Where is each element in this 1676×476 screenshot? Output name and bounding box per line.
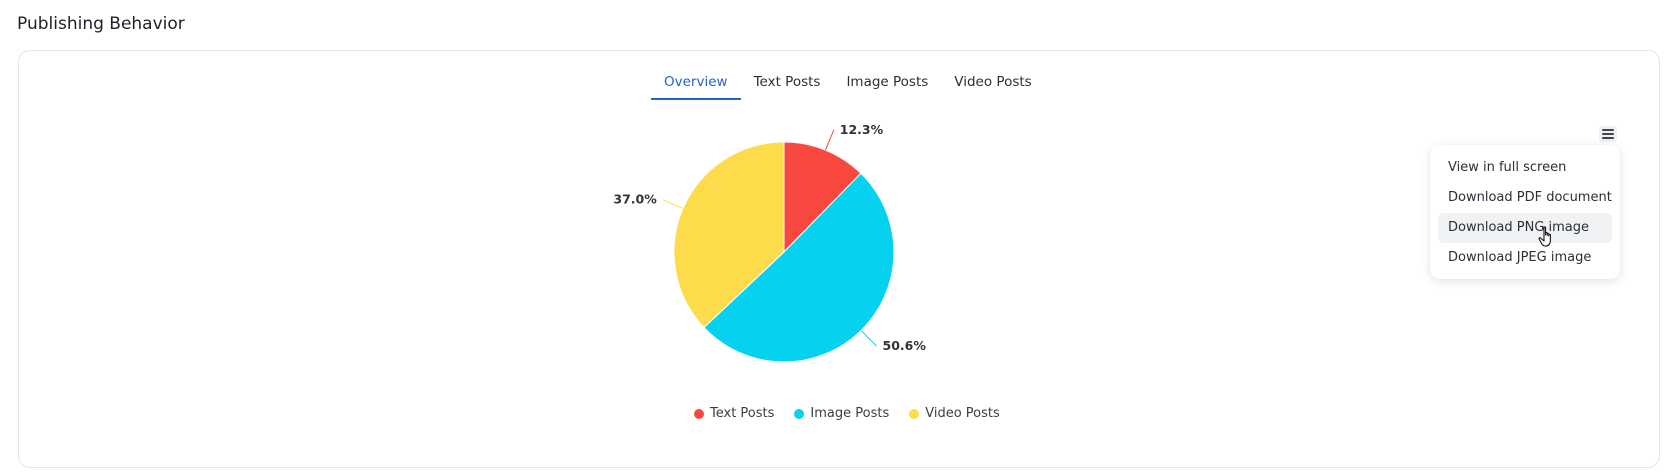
- legend-dot-image-posts: [794, 408, 805, 419]
- menu-item-view-full-screen[interactable]: View in full screen: [1438, 153, 1612, 183]
- chart-menu-button[interactable]: [1599, 126, 1617, 142]
- menu-item-download-jpeg[interactable]: Download JPEG image: [1438, 243, 1612, 273]
- data-label-connector: [860, 330, 877, 347]
- chart-export-menu: View in full screen Download PDF documen…: [1430, 145, 1620, 279]
- legend-item-image-posts[interactable]: Image Posts: [794, 406, 889, 421]
- hamburger-icon-bar: [1602, 133, 1614, 135]
- legend-item-video-posts[interactable]: Video Posts: [909, 406, 1000, 421]
- data-label-connector: [825, 129, 835, 151]
- legend-label-text-posts: Text Posts: [710, 406, 775, 421]
- chart-legend: Text Posts Image Posts Video Posts: [694, 406, 1000, 421]
- legend-label-image-posts: Image Posts: [810, 406, 890, 421]
- legend-dot-text-posts: [694, 408, 704, 419]
- pie-chart: 12.3% 50.6% 37.0%: [613, 122, 927, 363]
- data-label-image-posts: 50.6%: [883, 338, 927, 353]
- menu-item-download-pdf[interactable]: Download PDF document: [1438, 183, 1612, 213]
- data-label-video-posts: 37.0%: [613, 192, 657, 207]
- hand-cursor-icon: [1538, 226, 1551, 247]
- legend-dot-video-posts: [909, 408, 920, 419]
- menu-item-download-png[interactable]: Download PNG image: [1438, 213, 1612, 243]
- hamburger-icon: [1602, 129, 1614, 131]
- legend-label-video-posts: Video Posts: [925, 406, 1000, 421]
- hamburger-icon-bar: [1602, 137, 1614, 139]
- data-label-text-posts: 12.3%: [840, 122, 884, 137]
- data-label-connector: [662, 199, 684, 209]
- legend-item-text-posts[interactable]: Text Posts: [694, 406, 774, 421]
